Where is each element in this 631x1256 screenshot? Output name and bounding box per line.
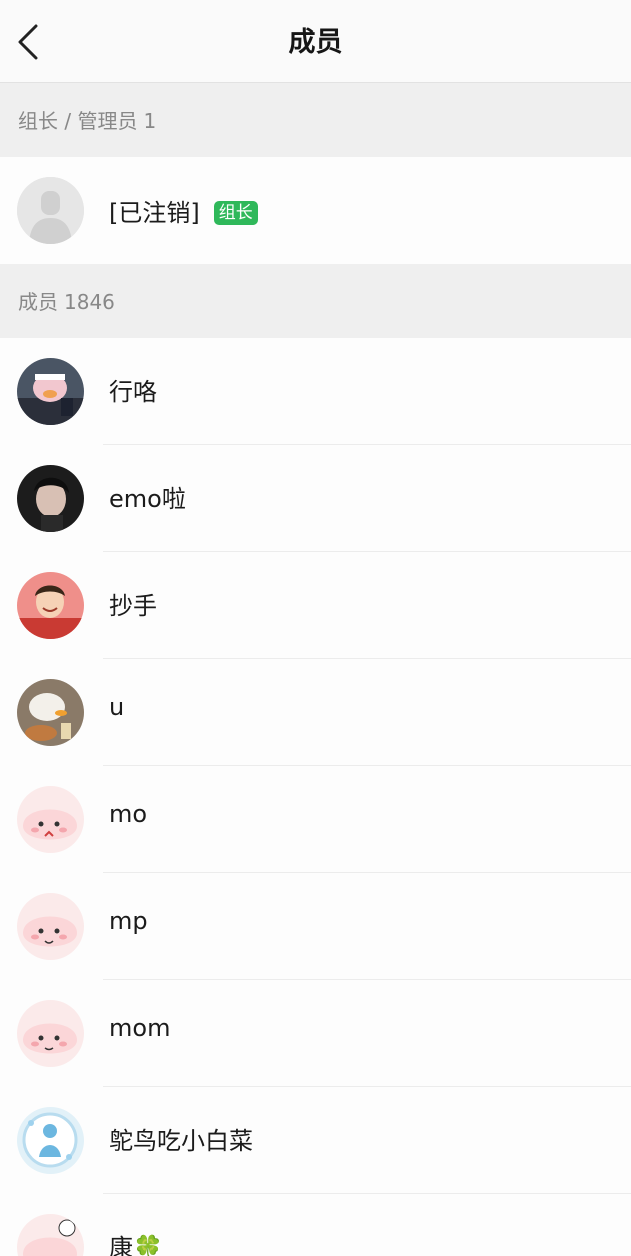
portrait-avatar-icon (17, 465, 84, 532)
member-avatar (17, 786, 84, 853)
member-name: emo啦 (109, 485, 186, 513)
member-avatar (17, 465, 84, 532)
member-avatar (17, 893, 84, 960)
page-title: 成员 (288, 27, 343, 58)
duck-avatar-icon (17, 358, 84, 425)
member-name: mp (109, 907, 148, 935)
member-name: 抄手 (109, 592, 157, 620)
member-name: u (109, 693, 125, 721)
member-name: 康🍀 (109, 1234, 163, 1256)
members-section-header: 成员 1846 (0, 264, 631, 338)
member-row[interactable]: 康🍀 (0, 1194, 631, 1256)
default-user-icon (17, 177, 84, 244)
member-avatar (17, 1214, 84, 1256)
member-row[interactable]: 抄手 (0, 552, 631, 659)
goose-avatar-icon (17, 679, 84, 746)
member-list: 行咯 emo啦 抄手 u mo mp mom 鸵鸟吃小白菜 康🍀 (0, 338, 631, 1256)
pink-blob-avatar-icon (17, 1000, 84, 1067)
blue-figure-avatar-icon (17, 1107, 84, 1174)
member-avatar (17, 1000, 84, 1067)
pink-blob-avatar-icon (17, 786, 84, 853)
member-name: 鸵鸟吃小白菜 (109, 1127, 253, 1155)
member-name: mom (109, 1014, 171, 1042)
member-row[interactable]: mo (0, 766, 631, 873)
admins-section-header: 组长 / 管理员 1 (0, 83, 631, 157)
member-name: 行咯 (109, 378, 157, 406)
admins-count: 1 (143, 109, 157, 133)
member-row[interactable]: mp (0, 873, 631, 980)
member-row[interactable]: 鸵鸟吃小白菜 (0, 1087, 631, 1194)
member-row[interactable]: mom (0, 980, 631, 1087)
owner-row[interactable]: [已注销] 组长 (0, 157, 631, 264)
admins-section-label: 组长 / 管理员 (18, 109, 138, 133)
owner-name: [已注销] (109, 199, 200, 227)
default-avatar (17, 177, 84, 244)
members-screen: 成员 组长 / 管理员 1 [已注销] 组长 成员 1846 行咯 emo啦 抄… (0, 0, 631, 1256)
member-row[interactable]: emo啦 (0, 445, 631, 552)
member-row[interactable]: 行咯 (0, 338, 631, 445)
pink-blob-avatar-icon (17, 1214, 84, 1256)
member-row[interactable]: u (0, 659, 631, 766)
owner-name-line: [已注销] 组长 (109, 193, 258, 228)
member-avatar (17, 679, 84, 746)
members-count: 1846 (64, 290, 115, 314)
member-avatar (17, 358, 84, 425)
navigation-bar: 成员 (0, 0, 631, 83)
member-name: mo (109, 800, 148, 828)
member-avatar (17, 1107, 84, 1174)
pink-blob-avatar-icon (17, 893, 84, 960)
cartoon-man-avatar-icon (17, 572, 84, 639)
owner-badge: 组长 (213, 201, 258, 225)
member-avatar (17, 572, 84, 639)
members-section-label: 成员 (18, 290, 58, 314)
